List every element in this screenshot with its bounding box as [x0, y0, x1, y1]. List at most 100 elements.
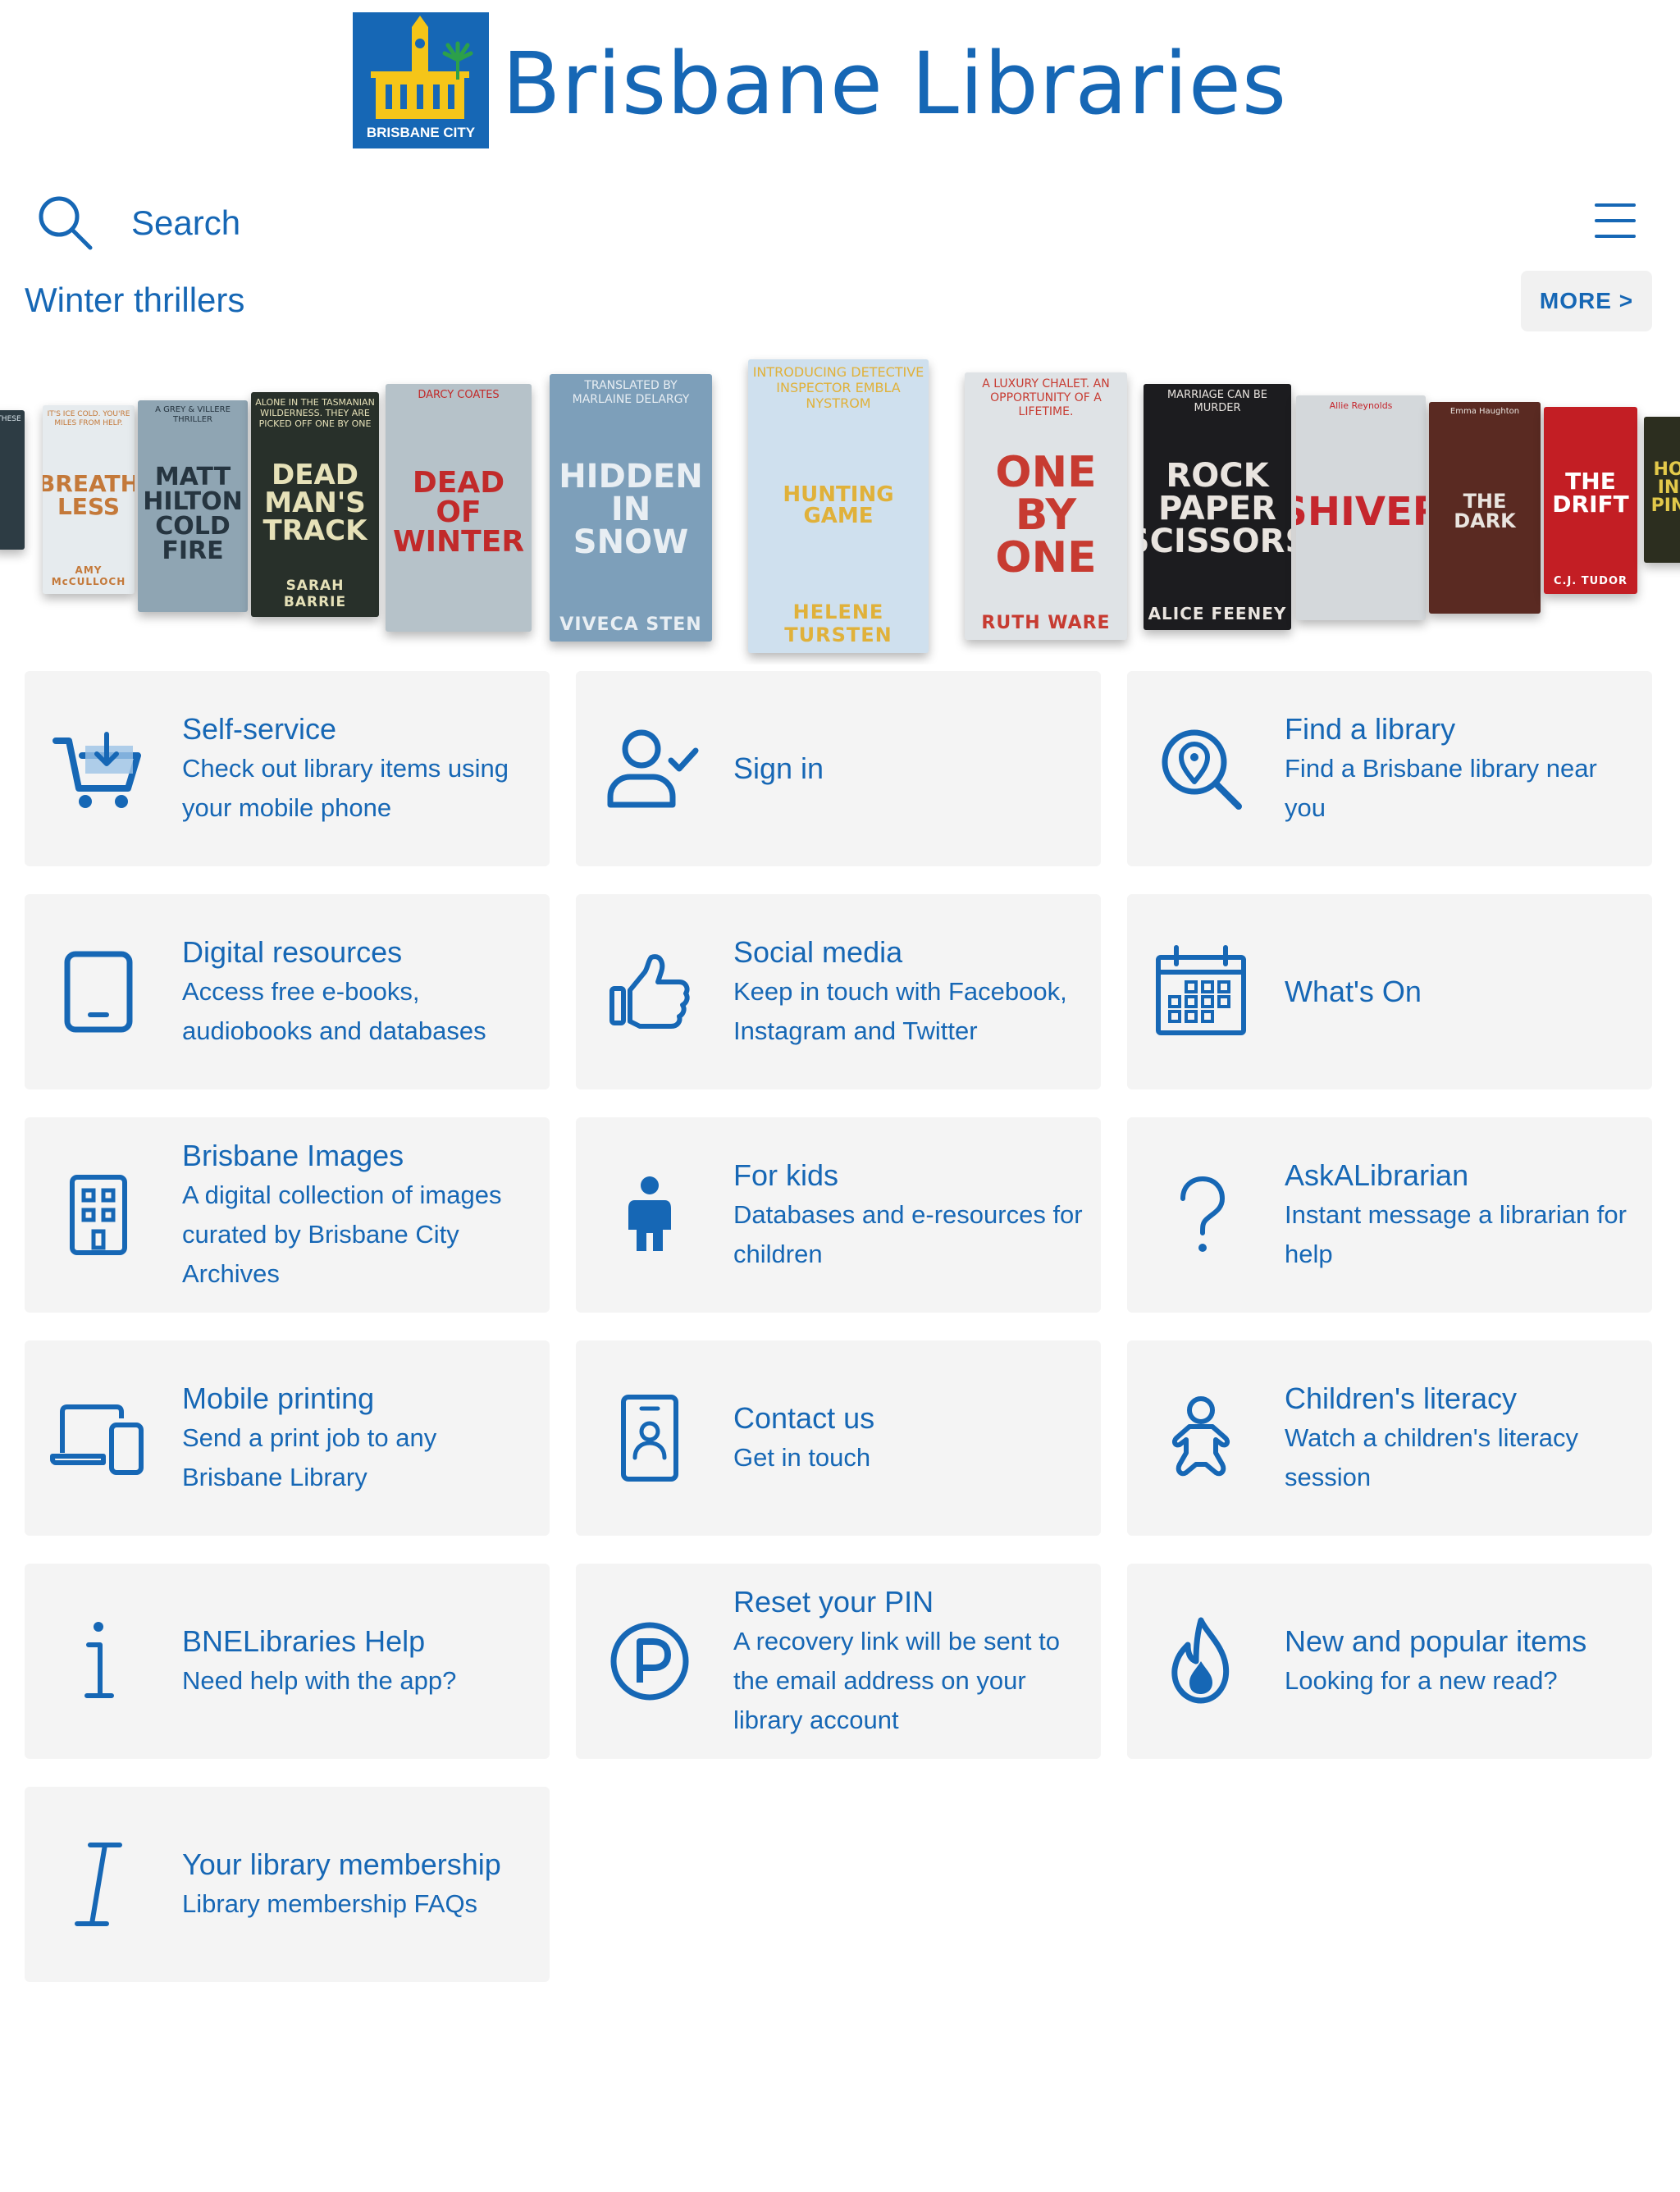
tile-text: Reset your PIN A recovery link will be se…: [733, 1564, 1084, 1759]
tile-description: Send a print job to any Brisbane Library: [182, 1423, 437, 1491]
tile-askalibrarian[interactable]: AskALibrarian Instant message a librarian…: [1127, 1117, 1652, 1313]
book-author: [455, 619, 462, 632]
book-title: THE DRIFT: [1552, 467, 1629, 518]
tile-what-s-on[interactable]: What's On: [1127, 894, 1652, 1089]
tile-social-media[interactable]: Social media Keep in touch with Facebook,…: [576, 894, 1101, 1089]
book-carousel[interactable]: THESE IT'S ICE COLD. YOU'RE MILES FROM HE…: [0, 353, 1680, 664]
brisbane-city-logo: BRISBANE CITY: [353, 12, 489, 148]
tile-title: Reset your PIN: [733, 1585, 934, 1619]
book-title: SHIVER: [1296, 488, 1426, 535]
tile-title: Contact us: [733, 1401, 875, 1435]
tile-title: AskALibrarian: [1285, 1158, 1469, 1192]
book-author: HELENE TURSTEN: [784, 601, 892, 646]
book-subtitle: [1665, 417, 1672, 427]
contact-badge-icon: [600, 1389, 699, 1487]
book-subtitle: IT'S ICE COLD. YOU'RE MILES FROM HELP.: [47, 410, 130, 427]
tile-text: New and popular items Looking for a new r…: [1285, 1564, 1636, 1759]
search-input[interactable]: Search: [131, 200, 240, 246]
book-author: [1358, 607, 1364, 620]
book-author: C.J. TUDOR: [1553, 575, 1628, 587]
book-cover[interactable]: THESE: [0, 410, 25, 550]
book-author: [1481, 601, 1488, 614]
book-cover[interactable]: A GREY & VILLERE THRILLER MATT HILTON COL…: [138, 400, 248, 612]
book-cover[interactable]: ALONE IN THE TASMANIAN WILDERNESS. THEY …: [251, 392, 379, 617]
tile-text: AskALibrarian Instant message a librarian…: [1285, 1117, 1636, 1313]
book-subtitle: MARRIAGE CAN BE MURDER: [1166, 389, 1268, 414]
book-title: ONE BY ONE: [995, 447, 1097, 582]
book-cover[interactable]: DARCY COATES DEAD OF WINTER: [386, 384, 532, 632]
shelf-title: Winter thrillers: [25, 281, 245, 319]
tile-title: What's On: [1285, 975, 1422, 1008]
book-cover[interactable]: THE DRIFT C.J. TUDOR: [1544, 407, 1637, 594]
book-cover[interactable]: TRANSLATED BY MARLAINE DELARGY HIDDEN IN …: [550, 374, 712, 642]
building-icon: [49, 1166, 148, 1264]
book-cover[interactable]: HO IN PIN: [1644, 417, 1680, 563]
book-title: HUNTING GAME: [783, 482, 894, 528]
book-subtitle: ALONE IN THE TASMANIAN WILDERNESS. THEY …: [255, 397, 375, 430]
laptop-mobile-icon: [49, 1389, 148, 1487]
more-button[interactable]: MORE >: [1521, 271, 1652, 331]
book-cover[interactable]: Emma Haughton THE DARK: [1429, 402, 1541, 614]
book-author: AMY McCULLOCH: [51, 564, 126, 587]
tile-your-library-membership[interactable]: Your library membership Library membershi…: [25, 1787, 550, 1982]
tile-title: Sign in: [733, 751, 824, 785]
tile-brisbane-images[interactable]: Brisbane Images A digital collection of i…: [25, 1117, 550, 1313]
tile-title: Find a library: [1285, 712, 1456, 746]
tile-text: For kids Databases and e-resources for ch…: [733, 1117, 1084, 1313]
app-header: BRISBANE CITY Brisbane Libraries: [0, 0, 1680, 164]
book-subtitle: INTRODUCING DETECTIVE INSPECTOR EMBLA NY…: [752, 364, 924, 412]
shelf-header: Winter thrillers MORE >: [0, 271, 1680, 336]
tile-title: New and popular items: [1285, 1624, 1587, 1658]
tile-title: Brisbane Images: [182, 1139, 404, 1172]
book-subtitle: THESE: [0, 415, 21, 423]
tile-description: Find a Brisbane library near you: [1285, 754, 1597, 822]
tile-text: Your library membership Library membershi…: [182, 1787, 533, 1982]
tile-text: BNELibraries Help Need help with the app?: [182, 1564, 533, 1759]
tile-text: Sign in: [733, 671, 1084, 866]
book-subtitle: Emma Haughton: [1449, 407, 1520, 416]
tile-text: Self-service Check out library items usin…: [182, 671, 533, 866]
tile-digital-resources[interactable]: Digital resources Access free e-books, au…: [25, 894, 550, 1089]
tile-sign-in[interactable]: Sign in: [576, 671, 1101, 866]
search-bar[interactable]: Search: [0, 182, 1680, 264]
calendar-icon: [1152, 943, 1250, 1041]
tile-self-service[interactable]: Self-service Check out library items usin…: [25, 671, 550, 866]
italic-i-icon: [49, 1835, 148, 1934]
tile-reset-your-pin[interactable]: Reset your PIN A recovery link will be se…: [576, 1564, 1101, 1759]
tile-new-and-popular-items[interactable]: New and popular items Looking for a new r…: [1127, 1564, 1652, 1759]
tile-for-kids[interactable]: For kids Databases and e-resources for ch…: [576, 1117, 1101, 1313]
book-cover[interactable]: Allie Reynolds SHIVER: [1296, 395, 1426, 620]
book-cover[interactable]: MARRIAGE CAN BE MURDER ROCK PAPER SCISSOR…: [1144, 384, 1291, 630]
tile-text: Contact us Get in touch: [733, 1340, 1084, 1536]
tile-children-s-literacy[interactable]: Children's literacy Watch a children's li…: [1127, 1340, 1652, 1536]
book-author: ALICE FEENEY: [1148, 604, 1287, 623]
book-cover[interactable]: INTRODUCING DETECTIVE INSPECTOR EMBLA NY…: [748, 359, 929, 653]
tile-text: Brisbane Images A digital collection of i…: [182, 1117, 533, 1313]
tile-contact-us[interactable]: Contact us Get in touch: [576, 1340, 1101, 1536]
tile-mobile-printing[interactable]: Mobile printing Send a print job to any B…: [25, 1340, 550, 1536]
tile-description: Keep in touch with Facebook, Instagram a…: [733, 977, 1067, 1045]
book-subtitle: [1587, 407, 1594, 417]
tile-description: Instant message a librarian for help: [1285, 1200, 1627, 1268]
tile-find-a-library[interactable]: Find a library Find a Brisbane library ne…: [1127, 671, 1652, 866]
tile-text: Children's literacy Watch a children's li…: [1285, 1340, 1636, 1536]
tile-text: Digital resources Access free e-books, au…: [182, 894, 533, 1089]
hamburger-menu-icon[interactable]: [1593, 199, 1637, 243]
book-cover[interactable]: A LUXURY CHALET. AN OPPORTUNITY OF A LIF…: [965, 372, 1127, 640]
book-subtitle: TRANSLATED BY MARLAINE DELARGY: [572, 379, 690, 406]
tile-description: Get in touch: [733, 1443, 871, 1472]
book-subtitle: Allie Reynolds: [1329, 400, 1393, 411]
tile-text: Find a library Find a Brisbane library ne…: [1285, 671, 1636, 866]
search-icon[interactable]: [36, 194, 95, 253]
tile-description: Library membership FAQs: [182, 1889, 478, 1918]
pin-reset-icon: [600, 1612, 699, 1710]
book-title: HIDDEN IN SNOW: [559, 458, 703, 562]
baby-icon: [1152, 1389, 1250, 1487]
info-icon: [49, 1612, 148, 1710]
tile-bnelibraries-help[interactable]: BNELibraries Help Need help with the app?: [25, 1564, 550, 1759]
book-title: ROCK PAPER SCISSORS: [1144, 456, 1291, 560]
book-subtitle: A GREY & VILLERE THRILLER: [155, 405, 231, 424]
tile-title: BNELibraries Help: [182, 1624, 426, 1658]
book-cover[interactable]: IT'S ICE COLD. YOU'RE MILES FROM HELP. BR…: [43, 405, 135, 594]
book-author: [189, 599, 196, 612]
